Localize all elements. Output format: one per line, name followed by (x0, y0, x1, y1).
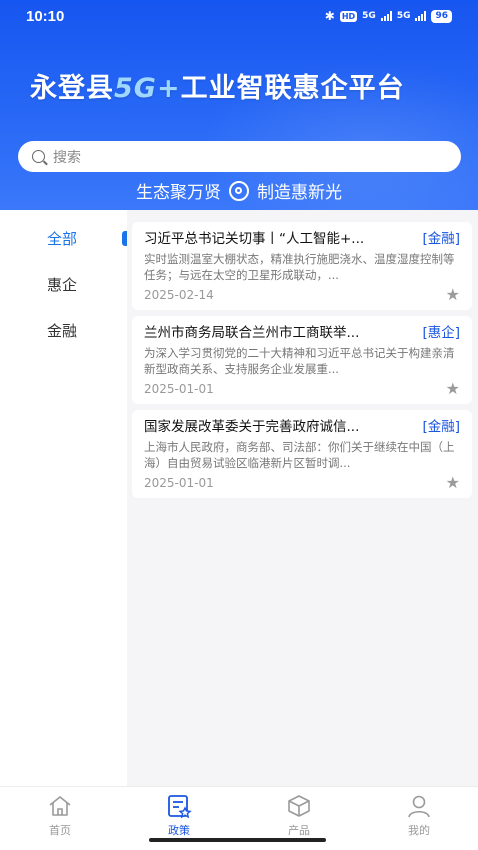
nav-label: 我的 (408, 824, 430, 837)
signal-icon (380, 11, 392, 21)
category-sidebar: 全部 惠企 金融 (0, 210, 127, 786)
card-summary: 为深入学习贯彻党的二十大精神和习近平总书记关于构建亲清新型政商关系、支持服务企业… (144, 346, 455, 376)
star-icon[interactable]: ★ (446, 473, 460, 492)
user-icon (408, 795, 430, 818)
sidebar-item-label: 惠企 (47, 275, 78, 294)
sidebar-item-label: 全部 (47, 229, 78, 248)
nav-item-home[interactable]: 首页 (20, 793, 100, 838)
bluetooth-icon: ✱ (324, 9, 335, 23)
nav-item-mine[interactable]: 我的 (379, 793, 459, 838)
search-placeholder: 搜索 (53, 149, 81, 166)
card-summary: 实时监测温室大棚状态，精准执行施肥浇水、温度湿度控制等任务；与远在太空的卫星形成… (144, 252, 455, 282)
list-item[interactable]: 兰州市商务局联合兰州市工商联举... [惠企] 为深入学习贯彻党的二十大精神和习… (132, 316, 472, 404)
list-item[interactable]: 习近平总书记关切事丨“人工智能+... [金融] 实时监测温室大棚状态，精准执行… (132, 222, 472, 310)
status-icons: ✱ HD 5G 5G 96 (325, 9, 452, 23)
category-tag: [金融] (422, 419, 460, 435)
title-highlight: 5G+ (114, 73, 181, 104)
card-date: 2025-01-01 (144, 382, 214, 396)
product-box-icon (288, 795, 310, 817)
battery-icon: 96 (431, 9, 452, 23)
status-time: 10:10 (26, 7, 65, 25)
signal-icon (415, 11, 427, 21)
title-prefix: 永登县 (30, 73, 114, 104)
nav-item-product[interactable]: 产品 (259, 793, 339, 838)
card-title: 习近平总书记关切事丨“人工智能+... [金融] (144, 230, 460, 248)
star-icon[interactable]: ★ (446, 285, 460, 304)
card-title-text: 兰州市商务局联合兰州市工商联举... (144, 325, 360, 341)
card-title-text: 习近平总书记关切事丨“人工智能+... (144, 231, 365, 247)
title-suffix: 工业智联惠企平台 (180, 73, 405, 104)
card-title-text: 国家发展改革委关于完善政府诚信... (144, 419, 360, 435)
star-icon[interactable]: ★ (446, 379, 460, 398)
sidebar-item-all[interactable]: 全部 (0, 218, 127, 258)
nav-label: 政策 (168, 824, 190, 837)
search-bar[interactable]: 搜索 (18, 141, 461, 172)
card-date: 2025-01-01 (144, 476, 214, 490)
card-title: 国家发展改革委关于完善政府诚信... [金融] (144, 418, 460, 436)
search-icon (32, 150, 45, 163)
card-title: 兰州市商务局联合兰州市工商联举... [惠企] (144, 324, 460, 342)
nav-item-policy[interactable]: 政策 (139, 793, 219, 838)
card-summary: 上海市人民政府，商务部、司法部：你们关于继续在中国（上海）自由贸易试验区临港新片… (144, 440, 455, 470)
category-tag: [金融] (422, 231, 460, 247)
card-date: 2025-02-14 (144, 288, 214, 302)
network-label-2: 5G (396, 11, 411, 21)
home-icon (49, 796, 71, 816)
sidebar-item-label: 金融 (47, 321, 78, 340)
list-item[interactable]: 国家发展改革委关于完善政府诚信... [金融] 上海市人民政府，商务部、司法部：… (132, 410, 472, 498)
sidebar-item-enterprise[interactable]: 惠企 (0, 264, 127, 304)
page-title: 永登县5G+工业智联惠企平台 (30, 66, 405, 105)
nav-label: 产品 (288, 824, 310, 837)
header-banner: 10:10 ✱ HD 5G 5G 96 永登县5G+工业智联惠企平台 搜索 生态… (0, 0, 478, 210)
sidebar-item-finance[interactable]: 金融 (0, 310, 127, 350)
hd-badge: HD (339, 10, 358, 22)
slogan-right: 制造惠新光 (257, 183, 342, 203)
slogan: 生态聚万贤 制造惠新光 (0, 178, 478, 203)
policy-icon (168, 795, 192, 819)
network-label-1: 5G (362, 11, 376, 21)
target-icon (229, 180, 249, 201)
home-indicator[interactable] (149, 838, 326, 842)
category-tag: [惠企] (422, 325, 460, 341)
status-bar: 10:10 ✱ HD 5G 5G 96 (0, 0, 478, 32)
slogan-left: 生态聚万贤 (136, 183, 221, 203)
policy-list: 习近平总书记关切事丨“人工智能+... [金融] 实时监测温室大棚状态，精准执行… (127, 210, 478, 786)
nav-label: 首页 (49, 824, 71, 837)
